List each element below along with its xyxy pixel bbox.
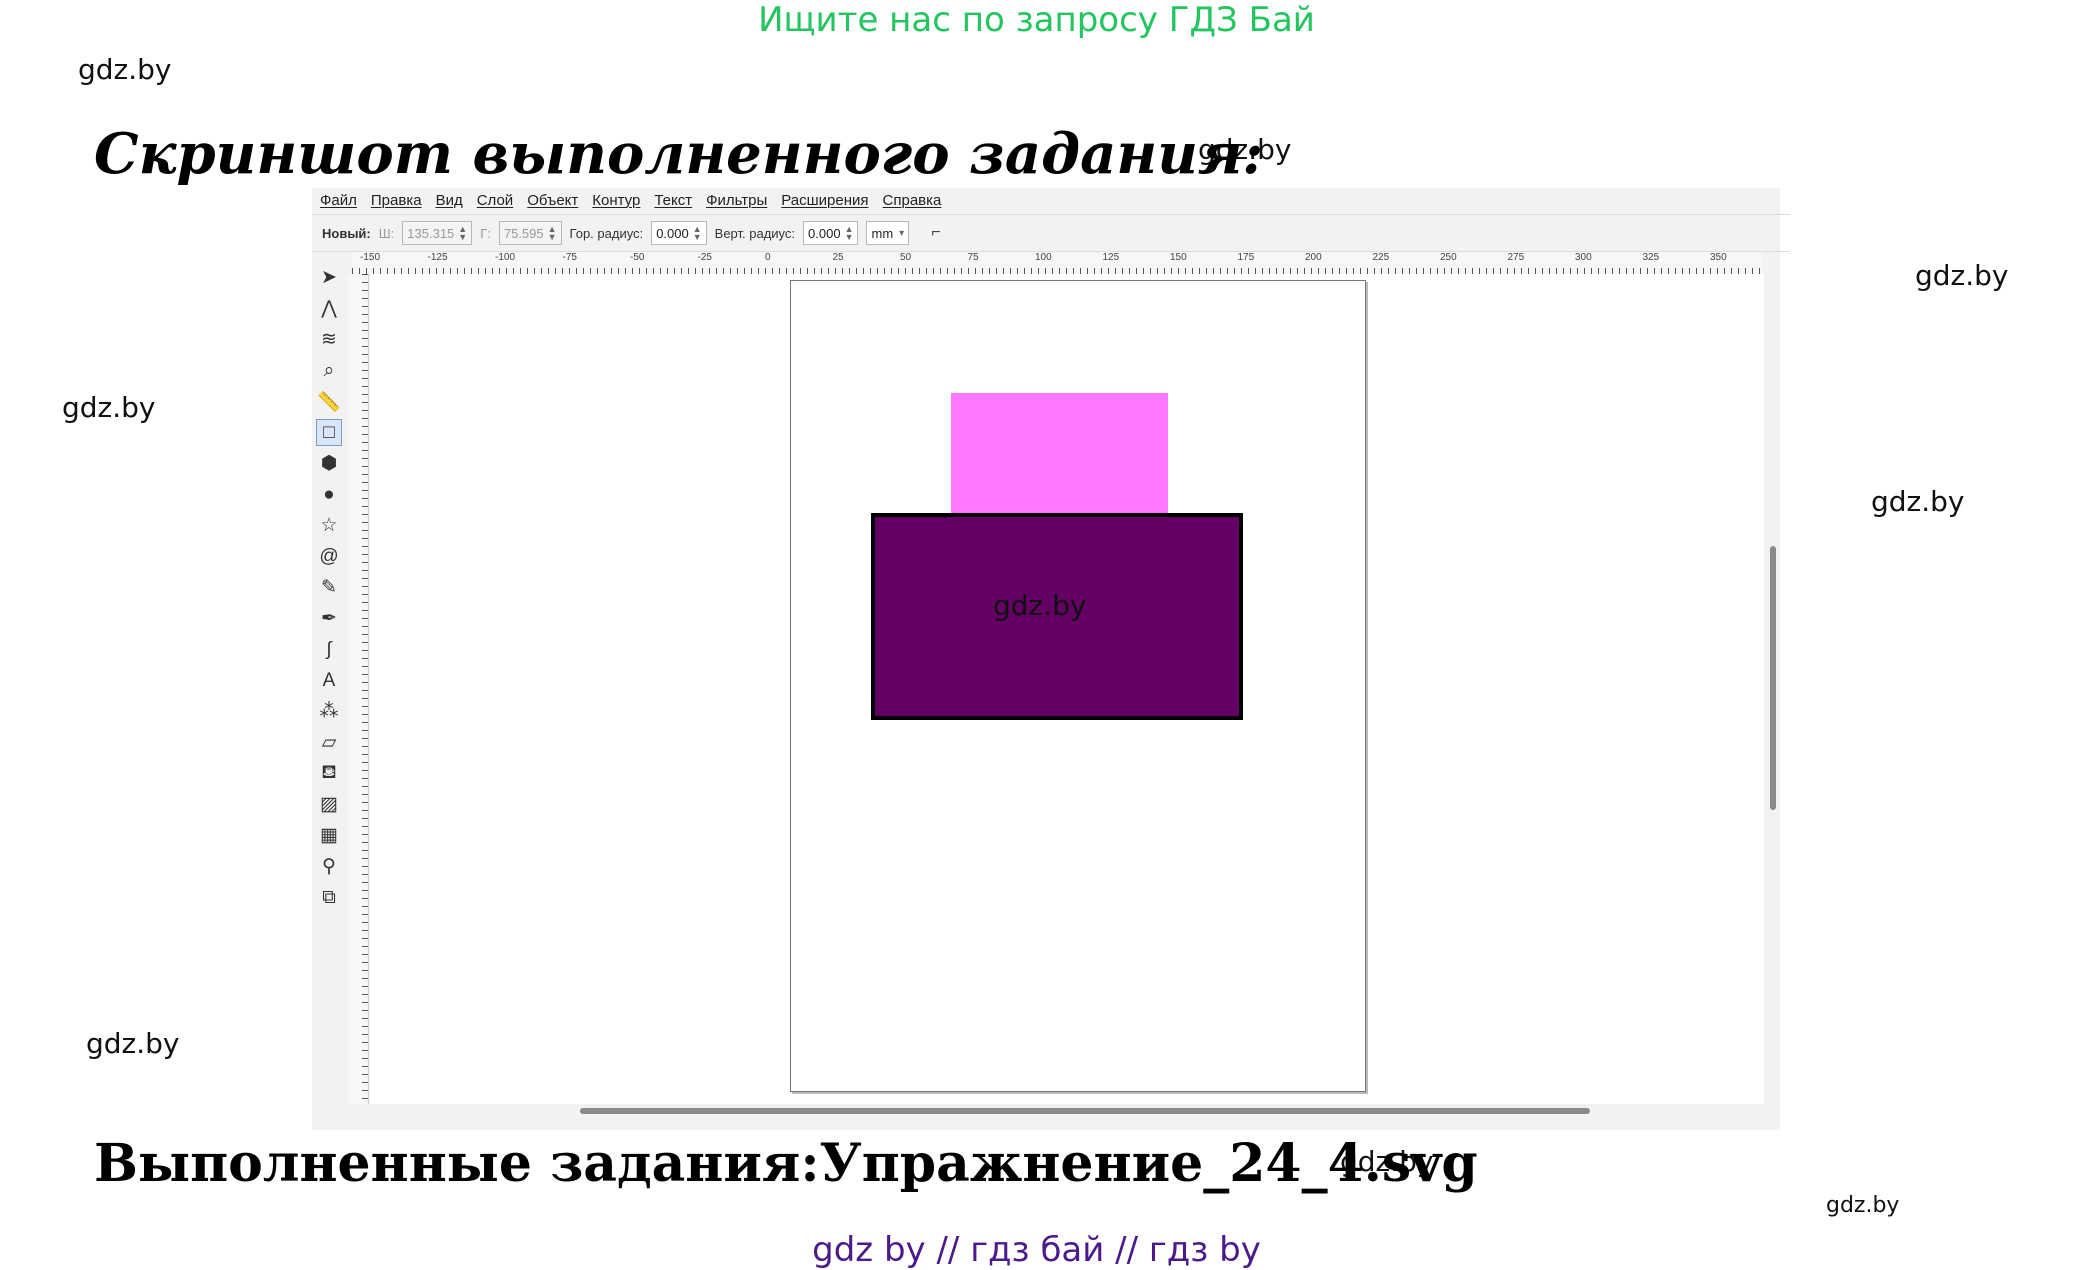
ruler-tick-label: 175 bbox=[1237, 252, 1255, 263]
file-caption: Выполненные задания:Упражнение_24_4.svg bbox=[94, 1133, 1478, 1194]
watermark: gdz.by bbox=[78, 53, 172, 86]
height-value: 75.595 bbox=[503, 225, 544, 241]
pink-rectangle[interactable] bbox=[951, 393, 1168, 515]
menu-edit[interactable]: Правка bbox=[371, 192, 422, 209]
spin-arrows-icon[interactable]: ▲ ▼ bbox=[548, 225, 557, 242]
tool-controls-bar: Новый: Ш: 135.315 ▲ ▼ Г: 75.595 ▲ ▼ Гор. рад… bbox=[312, 214, 1790, 252]
ruler-tick-label: 300 bbox=[1575, 252, 1592, 263]
ruler-tick-label: 25 bbox=[832, 252, 844, 263]
vertical-ruler bbox=[348, 274, 369, 1104]
spray-tool-icon[interactable]: ⁂ bbox=[316, 698, 342, 725]
spin-arrows-icon[interactable]: ▲ ▼ bbox=[693, 225, 702, 242]
menu-filters[interactable]: Фильтры bbox=[706, 192, 767, 209]
spin-arrows-icon[interactable]: ▲ ▼ bbox=[845, 225, 854, 242]
horizontal-scrollbar[interactable] bbox=[370, 1106, 1764, 1116]
ruler-tick-label: 250 bbox=[1440, 252, 1457, 263]
ruler-tick-label: -125 bbox=[427, 252, 448, 263]
eraser-tool-icon[interactable]: ▱ bbox=[316, 729, 342, 756]
inkscape-window: Файл Правка Вид Слой Объект Контур Текст… bbox=[312, 188, 1790, 1130]
rectangle-tool-icon[interactable]: □ bbox=[316, 419, 342, 446]
ruler-tick-label: 75 bbox=[967, 252, 979, 263]
horizontal-ruler: -150 -125 -100 -75 -50 -25 0 25 50 75 100 125 150 175… bbox=[352, 252, 1762, 275]
height-label: Г: bbox=[480, 225, 491, 241]
ruler-tick-label: 100 bbox=[1035, 252, 1052, 263]
pen-tool-icon[interactable]: ✒ bbox=[316, 605, 342, 632]
menu-view[interactable]: Вид bbox=[436, 192, 463, 209]
star-tool-icon[interactable]: ☆ bbox=[316, 512, 342, 539]
select-tool-icon[interactable]: ➤ bbox=[316, 264, 342, 291]
ruler-tick-label: -25 bbox=[697, 252, 712, 263]
reset-corners-icon[interactable]: ⌐ bbox=[931, 224, 940, 242]
search-hint: Ищите нас по запросу ГДЗ Бай bbox=[758, 0, 1315, 40]
ruler-tick-label: 225 bbox=[1372, 252, 1390, 263]
menu-file[interactable]: Файл bbox=[320, 192, 357, 209]
spiral-tool-icon[interactable]: @ bbox=[316, 543, 342, 570]
ry-field[interactable]: 0.000 ▲ ▼ bbox=[803, 221, 859, 245]
zoom-tool-icon[interactable]: ⌕ bbox=[316, 357, 342, 384]
mesh-tool-icon[interactable]: ▦ bbox=[316, 822, 342, 849]
box3d-tool-icon[interactable]: ⬢ bbox=[316, 450, 342, 477]
rx-value: 0.000 bbox=[656, 225, 689, 241]
tweak-tool-icon[interactable]: ≋ bbox=[316, 326, 342, 353]
watermark: gdz.by bbox=[1871, 485, 1965, 518]
chevron-down-icon: ▾ bbox=[899, 227, 905, 239]
page-title: Скриншот выполненного задания: bbox=[94, 121, 1264, 187]
ruler-tick-label: 0 bbox=[765, 252, 771, 263]
scroll-thumb[interactable] bbox=[1770, 546, 1776, 810]
node-tool-icon[interactable]: ⋀ bbox=[316, 295, 342, 322]
footer-links[interactable]: gdz by // гдз бай // гдз by bbox=[0, 1230, 2073, 1270]
toolbox: ➤ ⋀ ≋ ⌕ 📏 □ ⬢ ● ☆ @ ✎ ✒ ∫ A ⁂ ▱ ⛾ ▨ ▦ ⚲ ⧉ bbox=[312, 258, 346, 1114]
ry-label: Верт. радиус: bbox=[714, 225, 796, 241]
ruler-tick-label: 275 bbox=[1507, 252, 1525, 263]
new-label: Новый: bbox=[322, 225, 371, 241]
watermark: gdz.by bbox=[86, 1027, 180, 1060]
measure-tool-icon[interactable]: 📏 bbox=[316, 388, 342, 415]
watermark: gdz.by bbox=[1826, 1193, 1900, 1218]
pencil-tool-icon[interactable]: ✎ bbox=[316, 574, 342, 601]
menu-path[interactable]: Контур bbox=[592, 192, 640, 209]
gradient-tool-icon[interactable]: ▨ bbox=[316, 791, 342, 818]
vertical-scrollbar[interactable] bbox=[1768, 274, 1778, 1104]
width-label: Ш: bbox=[378, 225, 395, 241]
ruler-tick-label: -50 bbox=[630, 252, 645, 263]
ry-value: 0.000 bbox=[808, 225, 841, 241]
dropper-tool-icon[interactable]: ⚲ bbox=[316, 853, 342, 880]
ruler-tick-label: 150 bbox=[1170, 252, 1187, 263]
menu-object[interactable]: Объект bbox=[527, 192, 578, 209]
menu-text[interactable]: Текст bbox=[654, 192, 692, 209]
ruler-tick-label: 350 bbox=[1710, 252, 1727, 263]
rx-label: Гор. радиус: bbox=[569, 225, 644, 241]
unit-select[interactable]: mm ▾ bbox=[866, 221, 910, 245]
menu-extensions[interactable]: Расширения bbox=[781, 192, 868, 209]
spin-arrows-icon[interactable]: ▲ ▼ bbox=[458, 225, 467, 242]
ruler-tick-label: 125 bbox=[1102, 252, 1120, 263]
ruler-tick-label: -75 bbox=[562, 252, 577, 263]
scroll-thumb[interactable] bbox=[580, 1108, 1590, 1114]
ruler-tick-label: -100 bbox=[495, 252, 516, 263]
drawing-canvas[interactable] bbox=[370, 274, 1764, 1104]
ruler-tick-label: 200 bbox=[1305, 252, 1322, 263]
menu-bar: Файл Правка Вид Слой Объект Контур Текст… bbox=[312, 188, 1788, 212]
height-field[interactable]: 75.595 ▲ ▼ bbox=[498, 221, 562, 245]
ellipse-tool-icon[interactable]: ● bbox=[316, 481, 342, 508]
connector-tool-icon[interactable]: ⧉ bbox=[316, 884, 342, 911]
watermark: gdz.by bbox=[62, 391, 156, 424]
menu-layer[interactable]: Слой bbox=[477, 192, 513, 209]
calligraphy-tool-icon[interactable]: ∫ bbox=[316, 636, 342, 663]
width-value: 135.315 bbox=[407, 225, 455, 241]
ruler-tick-label: 50 bbox=[900, 252, 912, 263]
menu-help[interactable]: Справка bbox=[883, 192, 942, 209]
rx-field[interactable]: 0.000 ▲ ▼ bbox=[651, 221, 707, 245]
unit-value: mm bbox=[871, 225, 894, 241]
watermark: gdz.by bbox=[1915, 259, 2009, 292]
ruler-tick-label: 325 bbox=[1642, 252, 1660, 263]
ruler-tick-label: -150 bbox=[360, 252, 381, 263]
width-field[interactable]: 135.315 ▲ ▼ bbox=[402, 221, 473, 245]
document-page bbox=[790, 280, 1366, 1092]
bucket-tool-icon[interactable]: ⛾ bbox=[316, 760, 342, 787]
text-tool-icon[interactable]: A bbox=[316, 667, 342, 694]
watermark: gdz.by bbox=[993, 589, 1087, 622]
